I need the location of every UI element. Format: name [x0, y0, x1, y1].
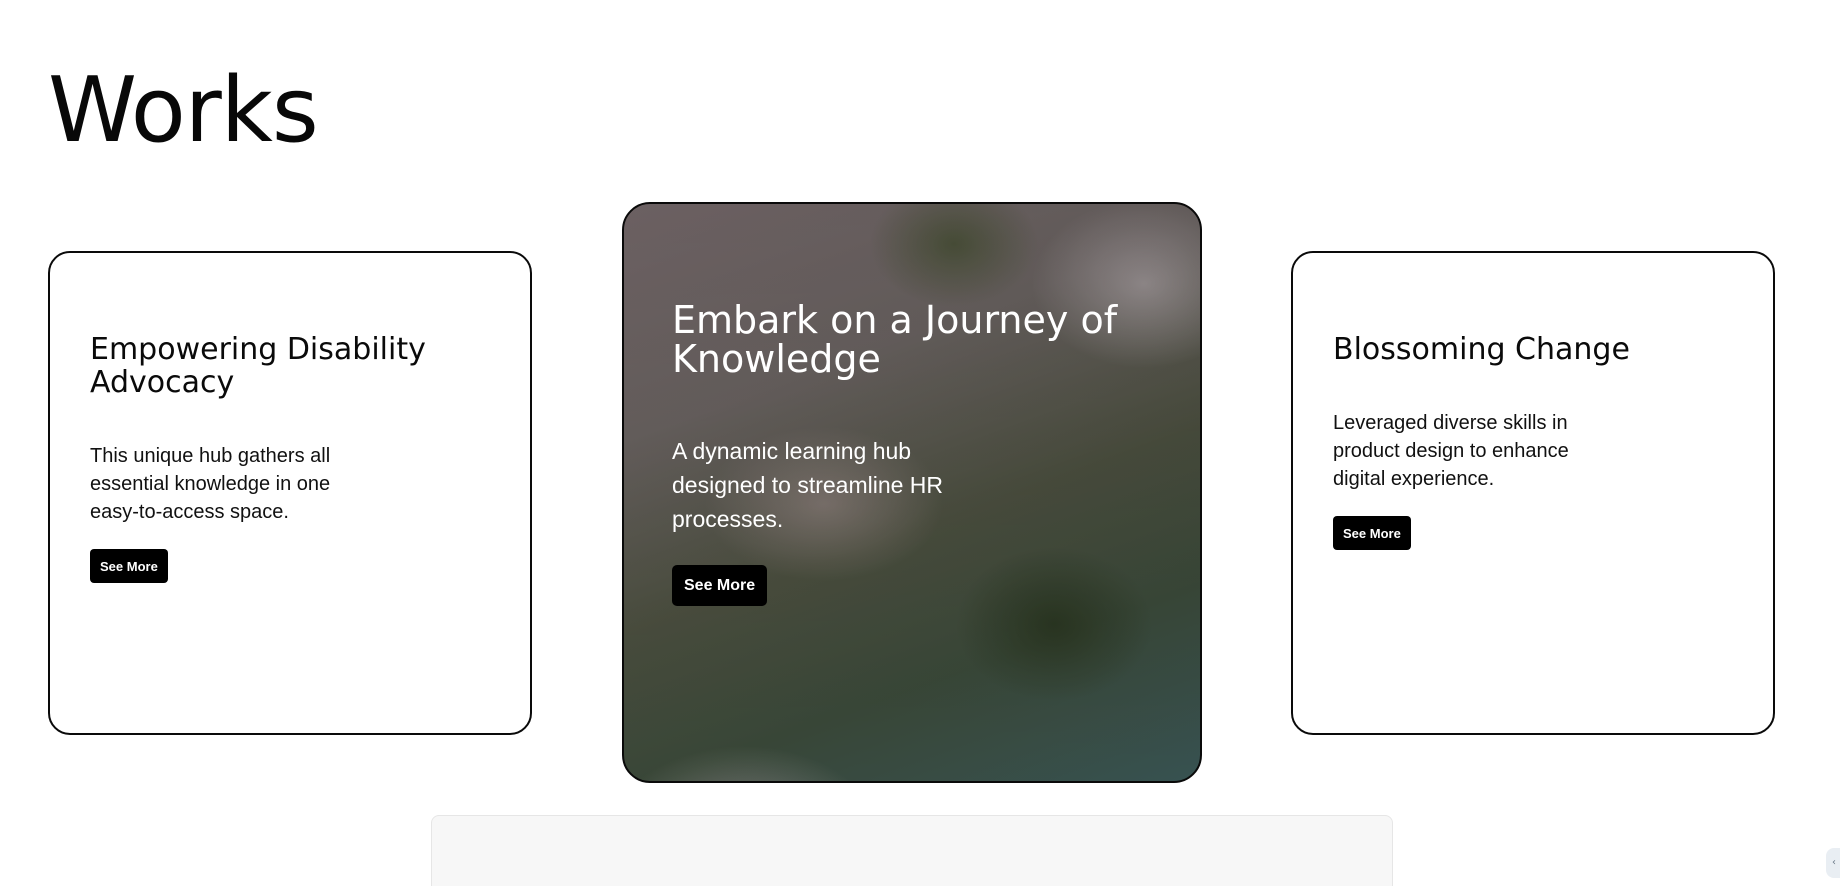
project-card-journey-of-knowledge: Embark on a Journey of Knowledge A dynam…: [622, 202, 1202, 783]
see-more-button[interactable]: See More: [672, 565, 768, 606]
card-content: Embark on a Journey of Knowledge A dynam…: [672, 301, 1200, 606]
bottom-panel: [431, 815, 1393, 886]
card-content: Empowering Disability Advocacy This uniq…: [90, 333, 530, 583]
see-more-button[interactable]: See More: [90, 549, 168, 583]
card-description: This unique hub gathers all essential kn…: [90, 445, 331, 523]
card-description: A dynamic learning hub designed to strea…: [672, 438, 944, 532]
project-card-disability-advocacy: Empowering Disability Advocacy This uniq…: [48, 251, 532, 735]
see-more-button[interactable]: See More: [1333, 516, 1411, 550]
chevron-left-icon[interactable]: ‹: [1826, 848, 1840, 878]
card-content: Blossoming Change Leveraged diverse skil…: [1333, 333, 1630, 550]
project-card-blossoming-change: Blossoming Change Leveraged diverse skil…: [1291, 251, 1775, 735]
card-title: Empowering Disability Advocacy: [90, 332, 426, 400]
page-title: Works: [48, 58, 319, 163]
card-description: Leveraged diverse skills in product desi…: [1333, 412, 1569, 490]
card-title: Embark on a Journey of Knowledge: [672, 298, 1118, 381]
card-title: Blossoming Change: [1333, 332, 1630, 367]
